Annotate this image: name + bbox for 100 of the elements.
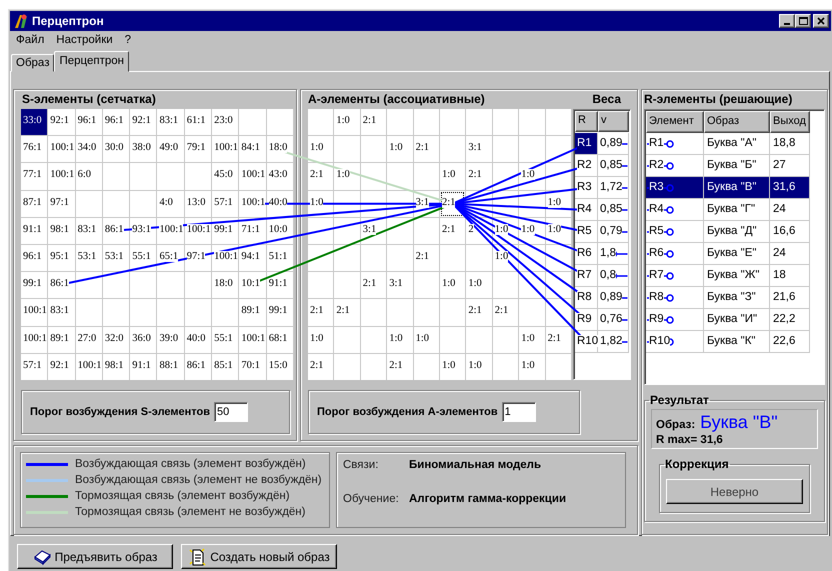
grid-cell[interactable] — [334, 354, 360, 380]
grid-cell[interactable] — [492, 272, 518, 298]
grid-cell[interactable] — [157, 272, 184, 298]
grid-cell[interactable]: 1:0 — [308, 326, 334, 353]
grid-cell[interactable] — [360, 245, 386, 272]
grid-cell[interactable]: 86:1 — [48, 272, 75, 298]
grid-cell[interactable]: 1:0 — [440, 163, 466, 190]
menu-item[interactable]: ? — [124, 34, 132, 46]
column-header[interactable]: R — [575, 111, 598, 132]
grid-cell[interactable]: 85:1 — [212, 354, 238, 380]
grid-cell[interactable] — [414, 354, 439, 380]
grid-cell[interactable] — [519, 299, 545, 326]
grid-cell[interactable]: 1:0 — [387, 326, 413, 353]
grid-cell[interactable]: 83:1 — [157, 109, 184, 136]
grid-cell[interactable]: 100:1 — [21, 299, 48, 326]
table-cell[interactable]: R4 — [646, 199, 704, 221]
table-cell[interactable]: R9 — [646, 309, 704, 331]
grid-cell[interactable]: 2:1 — [466, 163, 492, 190]
grid-cell[interactable]: 1:0 — [414, 326, 439, 353]
grid-cell[interactable]: 57:1 — [212, 190, 238, 217]
grid-cell[interactable]: 100:1 — [184, 218, 212, 244]
grid-cell[interactable] — [387, 299, 413, 326]
grid-cell[interactable]: 96:1 — [21, 245, 48, 272]
grid-cell[interactable]: 13:0 — [184, 190, 212, 217]
grid-cell[interactable]: 98:1 — [102, 354, 130, 380]
grid-cell[interactable]: 15:0 — [266, 354, 293, 380]
grid-cell[interactable]: 96:1 — [76, 109, 102, 136]
grid-cell[interactable] — [440, 299, 466, 326]
column-header[interactable]: Элемент — [646, 111, 704, 133]
grid-cell[interactable] — [102, 272, 130, 298]
grid-cell[interactable] — [414, 163, 439, 190]
grid-cell[interactable] — [130, 299, 156, 326]
grid-cell[interactable]: 32:0 — [102, 326, 130, 353]
grid-cell[interactable] — [414, 272, 439, 298]
maximize-button[interactable] — [795, 14, 811, 28]
grid-cell[interactable] — [492, 136, 518, 162]
grid-cell[interactable]: 87:1 — [21, 190, 48, 217]
grid-cell[interactable]: 99:1 — [266, 299, 293, 326]
table-cell[interactable]: R5 — [646, 221, 704, 243]
table-cell[interactable]: 24 — [770, 243, 810, 265]
grid-cell[interactable]: 83:1 — [76, 218, 102, 244]
grid-cell[interactable]: 2:1 — [308, 299, 334, 326]
grid-cell[interactable]: 1:0 — [308, 136, 334, 162]
table-cell[interactable]: 18 — [770, 265, 810, 287]
grid-cell[interactable]: 100:1 — [157, 218, 184, 244]
grid-cell[interactable]: 97:1 — [184, 245, 212, 272]
threshold-field[interactable]: 50 — [214, 402, 248, 422]
grid-cell[interactable] — [360, 136, 386, 162]
grid-cell[interactable]: 100:1 — [21, 326, 48, 353]
grid-cell[interactable]: 61:1 — [184, 109, 212, 136]
grid-cell[interactable]: 39:0 — [157, 326, 184, 353]
grid-cell[interactable]: 1:0 — [519, 354, 545, 380]
grid-cell[interactable] — [466, 109, 492, 136]
minimize-button[interactable] — [779, 14, 795, 28]
grid-cell[interactable] — [184, 272, 212, 298]
grid-cell[interactable] — [546, 136, 571, 162]
grid-cell[interactable] — [76, 272, 102, 298]
grid-cell[interactable]: 3:1 — [466, 136, 492, 162]
grid-cell[interactable] — [239, 109, 266, 136]
table-cell[interactable]: R3 — [575, 177, 598, 199]
grid-cell[interactable]: 99:1 — [21, 272, 48, 298]
grid-cell[interactable]: 4:0 — [157, 190, 184, 217]
grid-cell[interactable] — [334, 136, 360, 162]
table-cell[interactable]: R6 — [575, 243, 598, 265]
grid-cell[interactable]: 2:1 — [308, 163, 334, 190]
grid-cell[interactable] — [546, 163, 571, 190]
grid-cell[interactable]: 92:1 — [48, 109, 75, 136]
grid-cell[interactable] — [360, 326, 386, 353]
grid-cell[interactable] — [492, 109, 518, 136]
menu-item[interactable]: Файл — [15, 34, 46, 46]
grid-cell[interactable] — [492, 326, 518, 353]
grid-cell[interactable] — [492, 354, 518, 380]
grid-cell[interactable]: 51:1 — [266, 245, 293, 272]
grid-cell[interactable]: 100:1 — [48, 136, 75, 162]
menu-item[interactable]: Настройки — [55, 34, 114, 46]
table-cell[interactable]: Буква "В" — [704, 177, 770, 199]
table-cell[interactable]: R1 — [646, 133, 704, 155]
grid-cell[interactable] — [308, 272, 334, 298]
grid-cell[interactable]: 2:1 — [334, 299, 360, 326]
toolbar-button[interactable]: Создать новый образ — [181, 544, 337, 569]
grid-cell[interactable]: 68:1 — [266, 326, 293, 353]
table-cell[interactable]: R8 — [575, 287, 598, 309]
grid-cell[interactable]: 91:1 — [130, 354, 156, 380]
grid-cell[interactable] — [546, 109, 571, 136]
table-cell[interactable]: R10 — [646, 331, 704, 353]
grid-cell[interactable]: 33:0 — [21, 109, 48, 136]
grid-cell[interactable]: 49:0 — [157, 136, 184, 162]
grid-cell[interactable]: 43:0 — [266, 163, 293, 190]
grid-cell[interactable] — [334, 245, 360, 272]
column-header[interactable]: Образ — [704, 111, 770, 133]
grid-cell[interactable]: 53:1 — [102, 245, 130, 272]
grid-cell[interactable]: 55:1 — [130, 245, 156, 272]
table-cell[interactable]: Буква "И" — [704, 309, 770, 331]
grid-cell[interactable]: 96:1 — [102, 109, 130, 136]
grid-cell[interactable] — [130, 190, 156, 217]
grid-cell[interactable]: 55:1 — [212, 326, 238, 353]
grid-cell[interactable] — [440, 109, 466, 136]
toolbar-button[interactable]: Предъявить образ — [17, 544, 173, 569]
table-cell[interactable]: R7 — [575, 265, 598, 287]
table-cell[interactable]: Буква "Е" — [704, 243, 770, 265]
